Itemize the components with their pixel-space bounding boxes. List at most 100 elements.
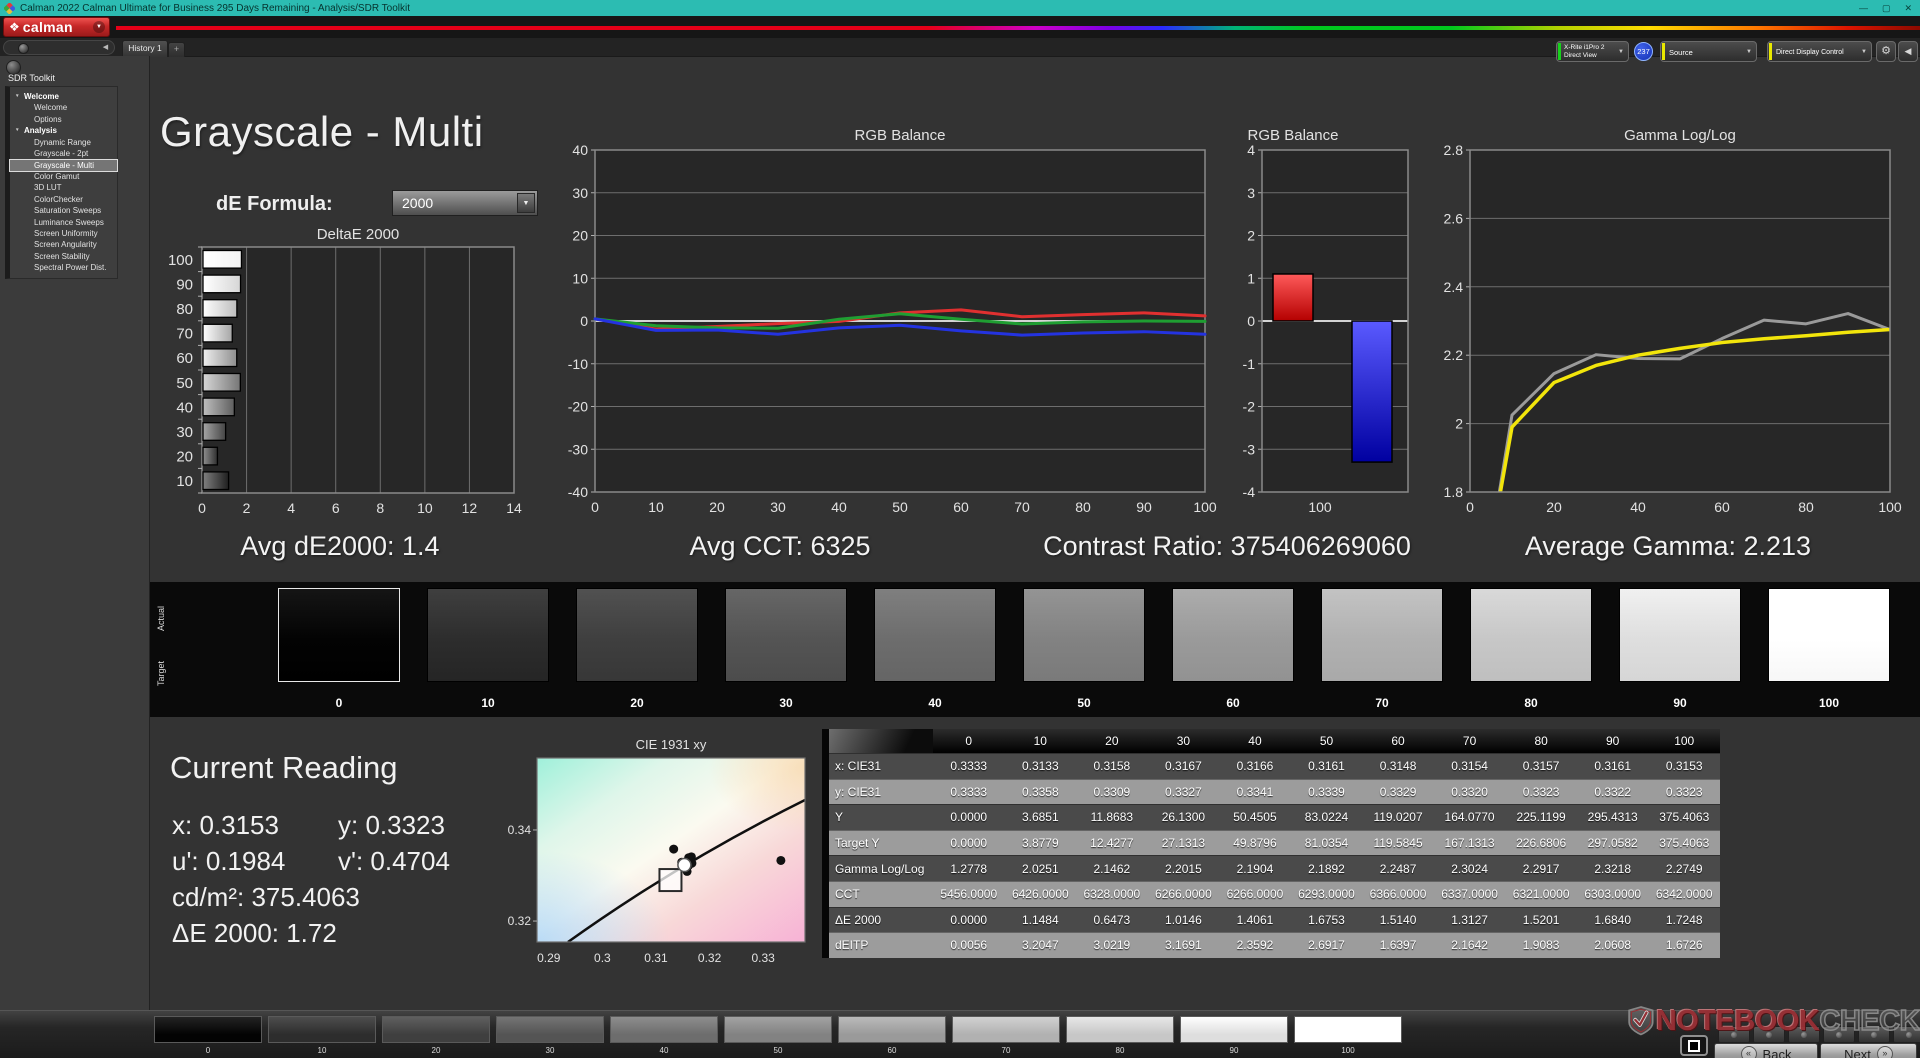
gray-swatch-30 [725, 588, 847, 682]
table-cell: 0.3358 [1021, 784, 1059, 799]
sidebar-item-welcome[interactable]: Welcome [10, 102, 117, 113]
sidebar-item-grayscale-multi[interactable]: Grayscale - Multi [9, 158, 118, 172]
tab-history-1[interactable]: History 1 [122, 40, 168, 57]
settings-gear-button[interactable]: ⚙ [1876, 41, 1896, 62]
display-control-label: Direct Display Control [1776, 49, 1844, 56]
pattern-swatch-100[interactable] [1294, 1016, 1402, 1043]
gray-swatch-label: 0 [335, 696, 343, 710]
gray-swatch-100 [1768, 588, 1890, 682]
display-control-dropdown[interactable]: Direct Display Control ▼ [1767, 41, 1872, 62]
back-button[interactable]: « Back [1714, 1043, 1818, 1058]
pattern-swatch-70[interactable] [952, 1016, 1060, 1043]
media-button[interactable] [1788, 1026, 1820, 1043]
gray-swatch-label: 80 [1524, 696, 1538, 710]
svg-text:10: 10 [572, 270, 588, 286]
media-button[interactable] [1858, 1026, 1890, 1043]
meter-mode: Direct View [1564, 52, 1597, 59]
de-formula-value: 2000 [402, 195, 434, 211]
sidebar-item-screen-stability[interactable]: Screen Stability [10, 251, 117, 262]
sidebar-group-welcome[interactable]: ▾ Welcome [10, 90, 117, 102]
sidebar-item-dynamic-range[interactable]: Dynamic Range [10, 137, 117, 148]
svg-text:0: 0 [1247, 313, 1255, 329]
table-cell: 3.1691 [1165, 938, 1202, 953]
source-dropdown[interactable]: Source ▼ [1660, 41, 1757, 62]
table-cell: 2.2015 [1165, 861, 1202, 876]
sidebar-item-saturation-sweeps[interactable]: Saturation Sweeps [10, 205, 117, 216]
meter-count-badge: 237 [1634, 42, 1653, 61]
sidebar-item-screen-angularity[interactable]: Screen Angularity [10, 239, 117, 250]
table-cell: 0.3333 [950, 759, 988, 774]
table-cell: 6342.0000 [1655, 887, 1713, 902]
table-cell: 0.0000 [950, 810, 988, 825]
table-cell: 6426.0000 [1011, 887, 1069, 902]
sidebar-item-colorchecker[interactable]: ColorChecker [10, 194, 117, 205]
sidebar-item-screen-uniformity[interactable]: Screen Uniformity [10, 228, 117, 239]
table-cell: 1.9083 [1522, 938, 1560, 953]
table-cell: 6293.0000 [1298, 887, 1355, 902]
sidebar-item-grayscale-2pt[interactable]: Grayscale - 2pt [10, 148, 117, 159]
table-cell: 0.0056 [950, 938, 988, 953]
table-cell: 297.0582 [1587, 836, 1638, 851]
table-cell: 0.3329 [1379, 784, 1417, 799]
pattern-swatch-label: 20 [431, 1046, 441, 1055]
table-cell: 0.3158 [1093, 759, 1131, 774]
minimize-button[interactable]: — [1859, 3, 1868, 13]
sidebar-group-analysis[interactable]: ▾ Analysis [10, 125, 117, 137]
tree-expand-icon: ▾ [16, 92, 19, 99]
table-cell: 1.6840 [1594, 912, 1632, 927]
close-button[interactable]: ✕ [1904, 3, 1912, 14]
svg-text:90: 90 [176, 276, 193, 293]
table-cell: 2.1892 [1308, 861, 1345, 876]
svg-text:30: 30 [572, 185, 588, 201]
sidebar-item-luminance-sweeps[interactable]: Luminance Sweeps [10, 216, 117, 227]
table-cell: 167.1313 [1444, 836, 1495, 851]
stop-button[interactable] [1680, 1035, 1708, 1056]
meter-dropdown[interactable]: X-Rite i1Pro 2 Direct View ▼ [1556, 41, 1629, 62]
calman-logo-text: calman [22, 19, 73, 35]
media-button[interactable] [1718, 1026, 1750, 1043]
pattern-swatch-90[interactable] [1180, 1016, 1288, 1043]
de-formula-label: dE Formula: [216, 193, 333, 215]
pattern-swatch-30[interactable] [496, 1016, 604, 1043]
svg-text:12: 12 [462, 500, 478, 516]
sidebar-item-options[interactable]: Options [10, 113, 117, 124]
svg-text:CIE 1931 xy: CIE 1931 xy [636, 737, 707, 752]
media-button[interactable] [1753, 1026, 1785, 1043]
de-formula-dropdown[interactable]: 2000 ▼ [392, 190, 538, 216]
maximize-button[interactable]: ▢ [1882, 3, 1891, 14]
pattern-swatch-50[interactable] [724, 1016, 832, 1043]
pattern-swatch-80[interactable] [1066, 1016, 1174, 1043]
sidebar-item-3d-lut[interactable]: 3D LUT [10, 182, 117, 193]
pattern-swatch-60[interactable] [838, 1016, 946, 1043]
media-button[interactable] [1823, 1026, 1855, 1043]
source-accent [1662, 43, 1665, 60]
pattern-swatch-0[interactable] [154, 1016, 262, 1043]
svg-text:90: 90 [1136, 499, 1152, 515]
table-row: Y 0.0000 3.6851 11.8683 26.1300 50.4505 83.022… [829, 804, 1720, 830]
table-cell: 0.3327 [1165, 784, 1202, 799]
table-row: y: CIE31 0.3333 0.3358 0.3309 0.3327 0.3341 0.… [829, 778, 1720, 805]
sidebar-item-color-gamut[interactable]: Color Gamut [10, 171, 117, 182]
table-cell: 2.2487 [1379, 861, 1417, 876]
sidebar-item-spectral-power-dist-[interactable]: Spectral Power Dist. [10, 262, 117, 273]
workspace-pill[interactable]: ◀ [3, 40, 115, 55]
collapse-panel-button[interactable]: ◀ [1898, 41, 1918, 62]
svg-text:80: 80 [1798, 499, 1814, 515]
add-tab-button[interactable]: + [168, 42, 185, 57]
pattern-swatch-40[interactable] [610, 1016, 718, 1043]
table-cell: 2.1462 [1093, 861, 1131, 876]
pattern-swatch-10[interactable] [268, 1016, 376, 1043]
calman-menu-button[interactable]: ❖ calman ▼ [3, 17, 110, 37]
next-button[interactable]: Next » [1820, 1043, 1917, 1058]
gray-swatch-60 [1172, 588, 1294, 682]
table-column-header: 90 [1606, 734, 1620, 748]
table-cell: 0.3309 [1093, 784, 1131, 799]
collapse-sidebar-icon[interactable]: ◀ [99, 42, 112, 53]
pattern-swatch-20[interactable] [382, 1016, 490, 1043]
table-cell: 0.3148 [1379, 759, 1417, 774]
svg-text:8: 8 [376, 500, 384, 516]
table-column-header: 100 [1674, 734, 1695, 748]
svg-text:0: 0 [198, 500, 206, 516]
knob-icon [1906, 1031, 1912, 1038]
media-button[interactable] [1893, 1026, 1920, 1043]
